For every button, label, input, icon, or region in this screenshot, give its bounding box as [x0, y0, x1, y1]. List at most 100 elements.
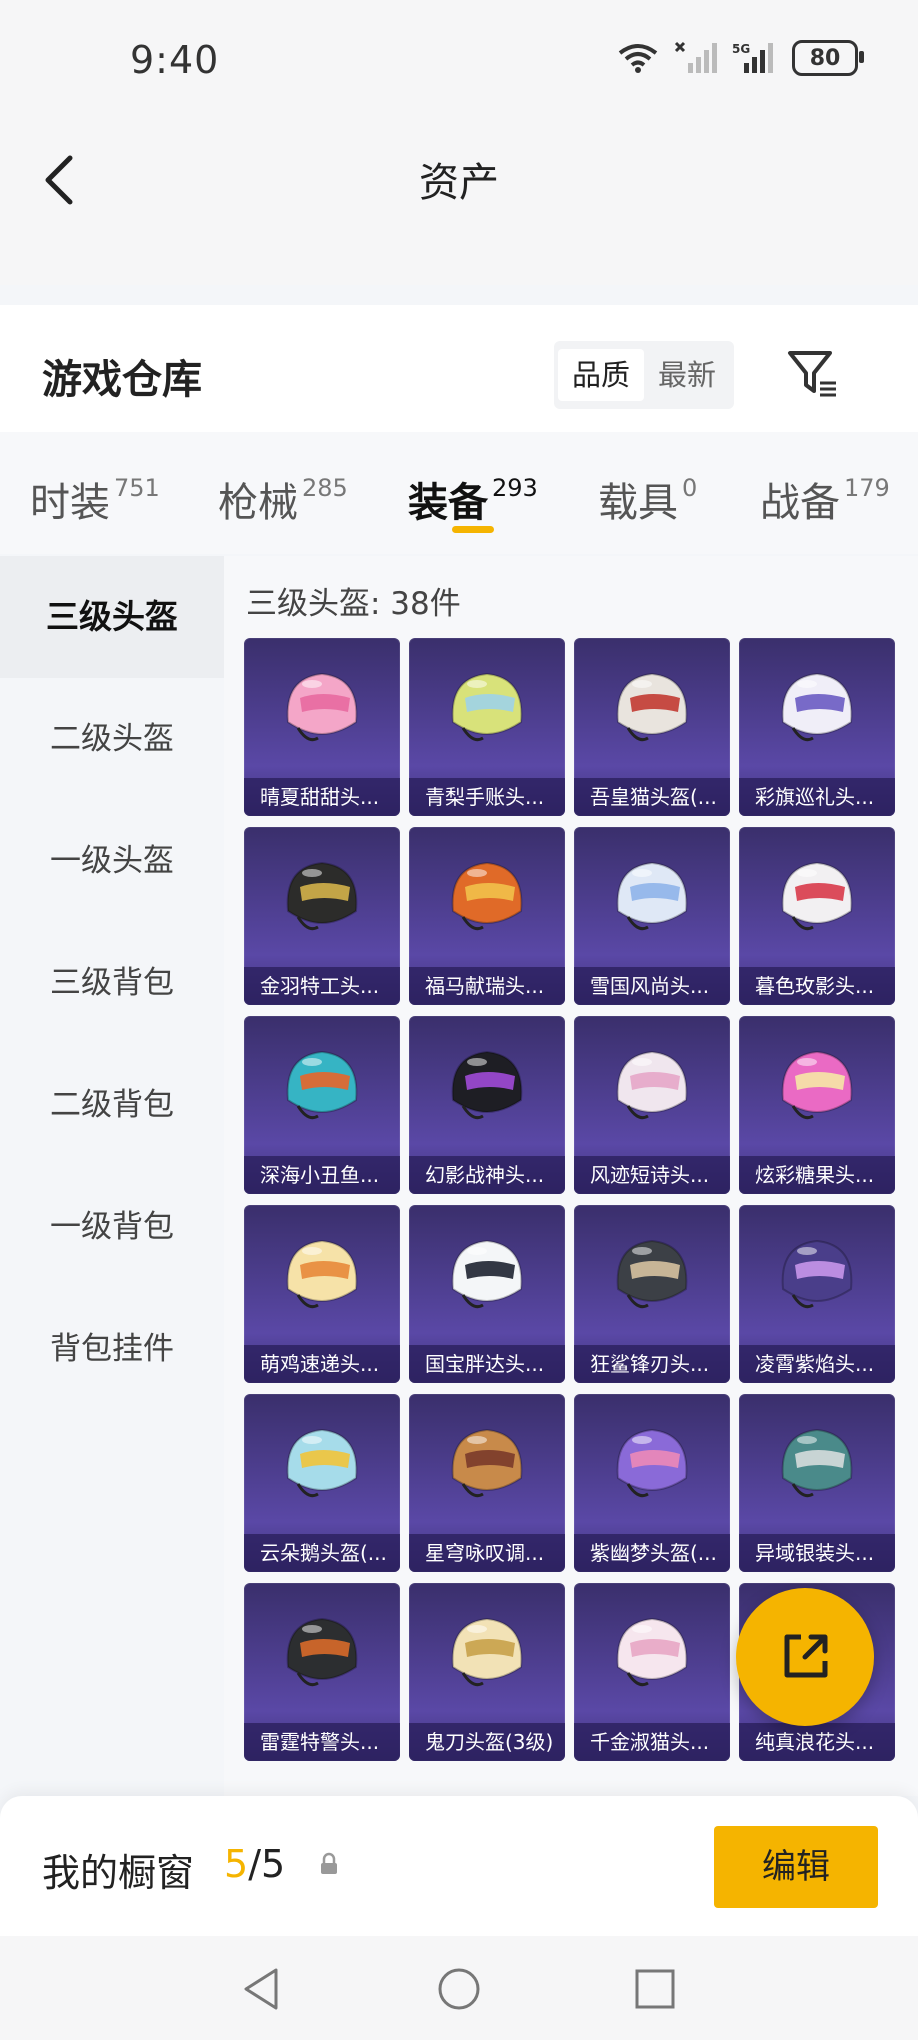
helmet-icon [451, 672, 523, 742]
tab-count: 751 [114, 474, 160, 502]
sidebar-item-level1-helmet[interactable]: 一级头盔 [0, 800, 224, 922]
sidebar-item-level1-backpack[interactable]: 一级背包 [0, 1166, 224, 1288]
sidebar-item-level3-backpack[interactable]: 三级背包 [0, 922, 224, 1044]
share-icon [784, 1634, 828, 1678]
item-card[interactable]: 异域银装头... [739, 1394, 895, 1572]
category-tabs: 时装 751 枪械 285 装备 293 载具 0 战备 179 [0, 432, 918, 554]
item-card[interactable]: 狂鲨锋刃头... [574, 1205, 730, 1383]
item-name: 千金淑猫头... [574, 1723, 730, 1761]
item-name: 狂鲨锋刃头... [574, 1345, 730, 1383]
tab-vehicles[interactable]: 载具 0 [598, 470, 697, 528]
item-card[interactable]: 青梨手账头... [409, 638, 565, 816]
helmet-icon [616, 1239, 688, 1309]
nav-back-icon[interactable] [238, 1966, 284, 2012]
item-card[interactable]: 千金淑猫头... [574, 1583, 730, 1761]
sidebar-item-level2-helmet[interactable]: 二级头盔 [0, 678, 224, 800]
helmet-icon [286, 1617, 358, 1687]
item-card[interactable]: 炫彩糖果头... [739, 1016, 895, 1194]
item-name: 幻影战神头... [409, 1156, 565, 1194]
item-card[interactable]: 凌霄紫焰头... [739, 1205, 895, 1383]
tab-supplies[interactable]: 战备 179 [760, 470, 890, 528]
helmet-icon [616, 1428, 688, 1498]
item-name: 暮色玫影头... [739, 967, 895, 1005]
sidebar-item-backpack-pendant[interactable]: 背包挂件 [0, 1288, 224, 1410]
helmet-icon [781, 861, 853, 931]
sidebar-item-level2-backpack[interactable]: 二级背包 [0, 1044, 224, 1166]
helmet-icon [616, 1050, 688, 1120]
item-card[interactable]: 幻影战神头... [409, 1016, 565, 1194]
helmet-icon [616, 861, 688, 931]
helmet-icon [781, 672, 853, 742]
item-card[interactable]: 深海小丑鱼... [244, 1016, 400, 1194]
clock: 9:40 [130, 38, 220, 82]
item-card[interactable]: 彩旗巡礼头... [739, 638, 895, 816]
subcategory-sidebar: 三级头盔 二级头盔 一级头盔 三级背包 二级背包 一级背包 背包挂件 [0, 556, 224, 1796]
tab-count: 293 [492, 474, 538, 502]
item-name: 异域银装头... [739, 1534, 895, 1572]
sidebar-item-level3-helmet[interactable]: 三级头盔 [0, 556, 224, 678]
item-name: 雪国风尚头... [574, 967, 730, 1005]
wifi-icon [618, 44, 658, 73]
item-card[interactable]: 吾皇猫头盔(... [574, 638, 730, 816]
item-name: 萌鸡速递头... [244, 1345, 400, 1383]
showcase-label: 我的橱窗 [42, 1851, 195, 1895]
item-name: 青梨手账头... [409, 778, 565, 816]
item-card[interactable]: 紫幽梦头盔(... [574, 1394, 730, 1572]
warehouse-header: 游戏仓库 品质 最新 [0, 305, 918, 432]
item-card[interactable]: 国宝胖达头... [409, 1205, 565, 1383]
item-card[interactable]: 风迹短诗头... [574, 1016, 730, 1194]
helmet-icon [451, 861, 523, 931]
filter-icon[interactable] [784, 345, 840, 401]
item-name: 福马献瑞头... [409, 967, 565, 1005]
item-name: 深海小丑鱼... [244, 1156, 400, 1194]
sort-quality-button[interactable]: 品质 [558, 349, 645, 401]
item-card[interactable]: 星穹咏叹调... [409, 1394, 565, 1572]
item-name: 国宝胖达头... [409, 1345, 565, 1383]
item-card[interactable]: 云朵鹅头盔(... [244, 1394, 400, 1572]
nav-home-icon[interactable] [436, 1966, 482, 2012]
helmet-icon [781, 1428, 853, 1498]
signal-5g-icon: 5G [732, 42, 773, 73]
item-name: 风迹短诗头... [574, 1156, 730, 1194]
tab-label: 战备 [760, 480, 840, 526]
edit-button[interactable]: 编辑 [714, 1826, 878, 1908]
helmet-icon [286, 672, 358, 742]
tab-equipment[interactable]: 装备 293 [408, 470, 538, 528]
helmet-icon [451, 1050, 523, 1120]
tab-label: 载具 [598, 480, 678, 526]
helmet-icon [616, 672, 688, 742]
system-nav-bar [0, 1936, 918, 2040]
active-tab-indicator [452, 526, 494, 533]
battery-indicator: 80 [792, 40, 864, 76]
tab-weapons[interactable]: 枪械 285 [218, 470, 348, 528]
status-bar: 9:40 5G 80 [0, 0, 918, 120]
network-type: 5G [732, 42, 750, 56]
item-card[interactable]: 金羽特工头... [244, 827, 400, 1005]
item-name: 炫彩糖果头... [739, 1156, 895, 1194]
sort-toggle: 品质 最新 [554, 341, 735, 409]
nav-recents-icon[interactable] [632, 1966, 678, 2012]
item-card[interactable]: 福马献瑞头... [409, 827, 565, 1005]
page-title: 资产 [419, 160, 499, 206]
item-card[interactable]: 萌鸡速递头... [244, 1205, 400, 1383]
battery-level: 80 [809, 45, 841, 71]
helmet-icon [451, 1239, 523, 1309]
item-card[interactable]: 雷霆特警头... [244, 1583, 400, 1761]
tab-count: 179 [844, 474, 890, 502]
share-button[interactable] [736, 1588, 874, 1726]
item-name: 鬼刀头盔(3级) [409, 1723, 565, 1761]
item-card[interactable]: 雪国风尚头... [574, 827, 730, 1005]
item-name: 纯真浪花头... [739, 1723, 895, 1761]
item-card[interactable]: 晴夏甜甜头... [244, 638, 400, 816]
tab-fashion[interactable]: 时装 751 [30, 470, 160, 528]
status-icons: 5G 80 [616, 40, 864, 76]
tab-label: 枪械 [218, 480, 298, 526]
item-name: 凌霄紫焰头... [739, 1345, 895, 1383]
sort-newest-button[interactable]: 最新 [644, 349, 730, 401]
helmet-icon [451, 1428, 523, 1498]
tab-label: 装备 [408, 480, 488, 526]
helmet-icon [451, 1617, 523, 1687]
showcase-total: /5 [248, 1842, 286, 1886]
item-card[interactable]: 鬼刀头盔(3级) [409, 1583, 565, 1761]
item-card[interactable]: 暮色玫影头... [739, 827, 895, 1005]
